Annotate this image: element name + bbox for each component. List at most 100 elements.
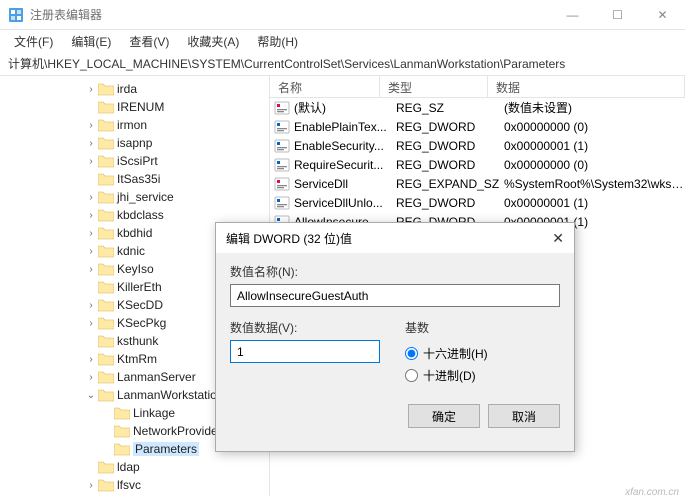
list-row[interactable]: EnableSecurity...REG_DWORD0x00000001 (1) xyxy=(270,136,685,155)
toggle-icon[interactable]: › xyxy=(84,246,98,257)
tree-item-ldap[interactable]: ldap xyxy=(4,458,269,476)
toggle-icon[interactable]: › xyxy=(84,264,98,275)
folder-icon xyxy=(98,100,114,114)
tree-label: Linkage xyxy=(133,406,175,420)
cell-name: ServiceDllUnlo... xyxy=(294,196,396,210)
cell-data: 0x00000000 (0) xyxy=(504,120,685,134)
radio-dec[interactable] xyxy=(405,369,418,382)
tree-label: lfsvc xyxy=(117,478,141,492)
folder-icon xyxy=(98,118,114,132)
toggle-icon[interactable]: › xyxy=(84,138,98,149)
maximize-button[interactable]: ☐ xyxy=(595,0,640,30)
cell-name: ServiceDll xyxy=(294,177,396,191)
toggle-icon[interactable]: › xyxy=(84,210,98,221)
folder-icon xyxy=(98,262,114,276)
list-row[interactable]: ServiceDllUnlo...REG_DWORD0x00000001 (1) xyxy=(270,193,685,212)
address-bar[interactable]: 计算机\HKEY_LOCAL_MACHINE\SYSTEM\CurrentCon… xyxy=(0,52,685,76)
tree-item-lgbusenum[interactable]: ›LGBusEnum xyxy=(4,494,269,496)
reg-sz-icon xyxy=(274,176,290,192)
cell-name: EnablePlainTex... xyxy=(294,120,396,134)
folder-icon xyxy=(98,352,114,366)
tree-item-irmon[interactable]: ›irmon xyxy=(4,116,269,134)
toggle-icon[interactable]: › xyxy=(84,192,98,203)
cell-name: (默认) xyxy=(294,99,396,116)
toggle-icon[interactable]: › xyxy=(84,156,98,167)
titlebar: 注册表编辑器 — ☐ ✕ xyxy=(0,0,685,30)
toggle-icon[interactable]: › xyxy=(84,228,98,239)
cell-type: REG_DWORD xyxy=(396,196,504,210)
list-row[interactable]: (默认)REG_SZ(数值未设置) xyxy=(270,98,685,117)
toggle-icon[interactable]: › xyxy=(84,300,98,311)
col-data[interactable]: 数据 xyxy=(488,76,685,97)
reg-dw-icon xyxy=(274,157,290,173)
folder-icon xyxy=(114,406,130,420)
minimize-button[interactable]: — xyxy=(550,0,595,30)
toggle-icon[interactable]: › xyxy=(84,84,98,95)
value-name-input[interactable] xyxy=(230,284,560,307)
dialog-close-icon[interactable]: ✕ xyxy=(524,230,564,247)
tree-label: LanmanWorkstation xyxy=(117,388,224,402)
folder-icon xyxy=(98,316,114,330)
tree-item-jhi_service[interactable]: ›jhi_service xyxy=(4,188,269,206)
col-name[interactable]: 名称 xyxy=(270,76,380,97)
ok-button[interactable]: 确定 xyxy=(408,404,480,428)
folder-icon xyxy=(98,82,114,96)
tree-label: kbdhid xyxy=(117,226,152,240)
tree-item-lfsvc[interactable]: › lfsvc xyxy=(4,476,269,494)
toggle-icon[interactable]: › xyxy=(84,354,98,365)
value-data-input[interactable] xyxy=(230,340,380,363)
cell-data: 0x00000000 (0) xyxy=(504,158,685,172)
close-button[interactable]: ✕ xyxy=(640,0,685,30)
tree-item-itsas35i[interactable]: ItSas35i xyxy=(4,170,269,188)
tree-item-irenum[interactable]: IRENUM xyxy=(4,98,269,116)
toggle-icon[interactable]: › xyxy=(84,120,98,131)
cell-type: REG_EXPAND_SZ xyxy=(396,177,504,191)
folder-icon xyxy=(98,388,114,402)
menu-edit[interactable]: 编辑(E) xyxy=(63,31,119,52)
tree-label: kdnic xyxy=(117,244,145,258)
tree-label: iScsiPrt xyxy=(117,154,158,168)
cell-data: (数值未设置) xyxy=(504,99,685,116)
tree-item-irda[interactable]: ›irda xyxy=(4,80,269,98)
toggle-icon[interactable]: › xyxy=(84,372,98,383)
tree-label: Parameters xyxy=(133,442,199,456)
tree-label: ldap xyxy=(117,460,140,474)
menu-file[interactable]: 文件(F) xyxy=(6,31,61,52)
tree-label: KSecDD xyxy=(117,298,163,312)
cell-data: 0x00000001 (1) xyxy=(504,139,685,153)
reg-dw-icon xyxy=(274,138,290,154)
tree-label: LanmanServer xyxy=(117,370,196,384)
reg-sz-icon xyxy=(274,100,290,116)
base-legend: 基数 xyxy=(405,319,560,336)
tree-label: ItSas35i xyxy=(117,172,160,186)
tree-label: isapnp xyxy=(117,136,152,150)
list-row[interactable]: ServiceDllREG_EXPAND_SZ%SystemRoot%\Syst… xyxy=(270,174,685,193)
folder-icon xyxy=(98,334,114,348)
toggle-icon[interactable]: ⌄ xyxy=(84,390,98,401)
folder-icon xyxy=(98,370,114,384)
menu-favorites[interactable]: 收藏夹(A) xyxy=(179,31,247,52)
folder-icon xyxy=(98,478,114,492)
tree-label: kbdclass xyxy=(117,208,164,222)
toggle-icon[interactable]: › xyxy=(84,318,98,329)
dialog-titlebar[interactable]: 编辑 DWORD (32 位)值 ✕ xyxy=(216,223,574,253)
tree-item-isapnp[interactable]: › isapnp xyxy=(4,134,269,152)
col-type[interactable]: 类型 xyxy=(380,76,488,97)
tree-item-iscsiprt[interactable]: › iScsiPrt xyxy=(4,152,269,170)
cell-name: RequireSecurit... xyxy=(294,158,396,172)
folder-icon xyxy=(98,280,114,294)
radio-hex[interactable] xyxy=(405,347,418,360)
edit-dword-dialog: 编辑 DWORD (32 位)值 ✕ 数值名称(N): 数值数据(V): 基数 … xyxy=(215,222,575,452)
folder-icon xyxy=(98,244,114,258)
menu-help[interactable]: 帮助(H) xyxy=(249,31,306,52)
radio-dec-label: 十进制(D) xyxy=(423,367,476,384)
list-row[interactable]: RequireSecurit...REG_DWORD0x00000000 (0) xyxy=(270,155,685,174)
folder-icon xyxy=(98,298,114,312)
radio-hex-label: 十六进制(H) xyxy=(423,345,488,362)
list-row[interactable]: EnablePlainTex...REG_DWORD0x00000000 (0) xyxy=(270,117,685,136)
cancel-button[interactable]: 取消 xyxy=(488,404,560,428)
toggle-icon[interactable]: › xyxy=(84,480,98,491)
menu-view[interactable]: 查看(V) xyxy=(121,31,177,52)
cell-data: 0x00000001 (1) xyxy=(504,196,685,210)
cell-type: REG_DWORD xyxy=(396,120,504,134)
